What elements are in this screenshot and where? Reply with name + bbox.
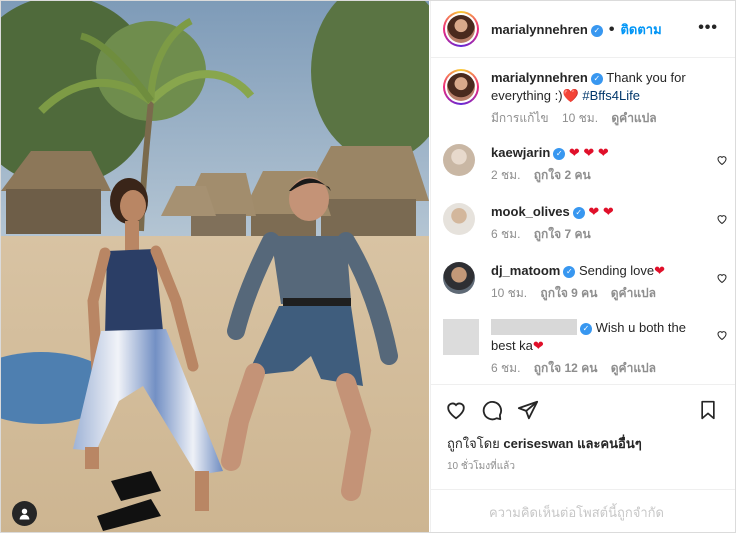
comment-item: mook_olives ✓ ❤ ❤ 6 ชม. ถูกใจ 7 คน bbox=[443, 203, 728, 251]
liked-by: ถูกใจโดย ceriseswan และคนอื่นๆ bbox=[447, 433, 642, 454]
liked-by-user[interactable]: ceriseswan bbox=[503, 436, 573, 451]
comment-icon[interactable] bbox=[481, 399, 503, 421]
comment-time[interactable]: 6 ชม. bbox=[491, 361, 520, 375]
heart-icon[interactable] bbox=[716, 154, 728, 166]
header-user: marialynnehren ✓ • ติดตาม bbox=[491, 19, 662, 40]
comment-likes[interactable]: ถูกใจ 2 คน bbox=[534, 168, 591, 182]
verified-icon: ✓ bbox=[553, 148, 566, 160]
post-photo[interactable] bbox=[1, 1, 429, 532]
comment-avatar[interactable] bbox=[443, 144, 475, 176]
person-glyph bbox=[19, 508, 30, 520]
translate-button[interactable]: ดูคำแปล bbox=[611, 111, 656, 125]
beach-photo-illustration bbox=[1, 1, 429, 532]
comment-avatar-hidden[interactable] bbox=[443, 319, 479, 355]
comment-body: dj_matoom ✓ Sending love❤ 10 ชม. ถูกใจ 9 … bbox=[491, 262, 709, 302]
caption-time[interactable]: 10 ชม. bbox=[562, 111, 598, 125]
post-time[interactable]: 10 ชั่วโมงที่แล้ว bbox=[447, 459, 515, 474]
comments-restricted-notice: ความคิดเห็นต่อโพสต์นี้ถูกจำกัด bbox=[431, 489, 735, 532]
hidden-username[interactable] bbox=[491, 319, 577, 335]
heart-icon[interactable] bbox=[716, 272, 728, 284]
comment-time[interactable]: 10 ชม. bbox=[491, 286, 527, 300]
verified-icon: ✓ bbox=[590, 73, 603, 85]
user-icon[interactable] bbox=[12, 501, 37, 526]
post-header: marialynnehren ✓ • ติดตาม ••• bbox=[431, 1, 735, 58]
caption: marialynnehren ✓ Thank you for everything… bbox=[443, 69, 728, 129]
verified-icon: ✓ bbox=[563, 266, 576, 278]
comment-likes[interactable]: ถูกใจ 12 คน bbox=[534, 361, 598, 375]
heart-icon[interactable] bbox=[445, 399, 467, 421]
comment-username[interactable]: dj_matoom bbox=[491, 263, 560, 278]
caption-meta: มีการแก้ไข 10 ชม. ดูคำแปล bbox=[491, 109, 709, 127]
caption-username[interactable]: marialynnehren bbox=[491, 70, 588, 85]
comment-body: ✓ Wish u both the best ka❤ 6 ชม. ถูกใจ 1… bbox=[491, 319, 709, 377]
verified-icon: ✓ bbox=[590, 24, 603, 37]
comment-body: kaewjarin ✓ ❤ ❤ ❤ 2 ชม. ถูกใจ 2 คน bbox=[491, 144, 709, 184]
comment-item: kaewjarin ✓ ❤ ❤ ❤ 2 ชม. ถูกใจ 2 คน bbox=[443, 144, 728, 192]
caption-hashtag[interactable]: #Bffs4Life bbox=[582, 88, 640, 103]
follow-button[interactable]: ติดตาม bbox=[620, 22, 661, 37]
comment-hearts: ❤ ❤ ❤ bbox=[568, 145, 609, 160]
verified-icon: ✓ bbox=[580, 323, 592, 335]
post-dialog: marialynnehren ✓ • ติดตาม ••• marialynnehre… bbox=[0, 0, 736, 533]
caption-body: marialynnehren ✓ Thank you for everything… bbox=[491, 69, 709, 127]
comment-text: Sending love bbox=[578, 263, 655, 278]
comment-likes[interactable]: ถูกใจ 7 คน bbox=[534, 227, 591, 241]
comment-avatar[interactable] bbox=[443, 203, 475, 235]
separator-dot: • bbox=[608, 20, 615, 38]
comment-hearts: ❤ bbox=[654, 263, 666, 278]
comment-time[interactable]: 6 ชม. bbox=[491, 227, 520, 241]
header-username[interactable]: marialynnehren bbox=[491, 22, 588, 37]
post-actions: ถูกใจโดย ceriseswan และคนอื่นๆ 10 ชั่วโม… bbox=[431, 384, 735, 489]
translate-button[interactable]: ดูคำแปล bbox=[611, 286, 656, 300]
comment-meta: 6 ชม. ถูกใจ 7 คน bbox=[491, 225, 709, 243]
comment-username[interactable]: mook_olives bbox=[491, 204, 570, 219]
comment-username[interactable]: kaewjarin bbox=[491, 145, 550, 160]
action-icons bbox=[445, 399, 539, 421]
liked-by-prefix: ถูกใจโดย bbox=[447, 436, 500, 451]
edited-label: มีการแก้ไข bbox=[491, 111, 549, 125]
comment-item: ✓ Wish u both the best ka❤ 6 ชม. ถูกใจ 1… bbox=[443, 319, 728, 381]
comment-time[interactable]: 2 ชม. bbox=[491, 168, 520, 182]
caption-emoji: ❤️ bbox=[562, 88, 579, 103]
verified-icon: ✓ bbox=[572, 207, 585, 219]
bookmark-icon[interactable] bbox=[698, 399, 718, 421]
comment-avatar[interactable] bbox=[443, 262, 475, 294]
comment-hearts: ❤ bbox=[532, 338, 544, 353]
comment-hearts: ❤ ❤ bbox=[588, 204, 614, 219]
comment-body: mook_olives ✓ ❤ ❤ 6 ชม. ถูกใจ 7 คน bbox=[491, 203, 709, 243]
more-icon[interactable]: ••• bbox=[698, 19, 718, 37]
liked-by-others[interactable]: และคนอื่นๆ bbox=[577, 436, 642, 451]
comment-meta: 6 ชม. ถูกใจ 12 คน ดูคำแปล bbox=[491, 359, 709, 377]
heart-icon[interactable] bbox=[716, 213, 728, 225]
comments-panel: marialynnehren ✓ • ติดตาม ••• marialynnehre… bbox=[430, 1, 735, 532]
translate-button[interactable]: ดูคำแปล bbox=[611, 361, 656, 375]
comment-likes[interactable]: ถูกใจ 9 คน bbox=[540, 286, 597, 300]
share-icon[interactable] bbox=[517, 399, 539, 421]
comment-meta: 2 ชม. ถูกใจ 2 คน bbox=[491, 166, 709, 184]
comment-item: dj_matoom ✓ Sending love❤ 10 ชม. ถูกใจ 9 … bbox=[443, 262, 728, 310]
heart-icon[interactable] bbox=[716, 329, 728, 341]
comment-meta: 10 ชม. ถูกใจ 9 คน ดูคำแปล bbox=[491, 284, 709, 302]
caption-avatar[interactable] bbox=[443, 69, 479, 105]
avatar[interactable] bbox=[443, 11, 479, 47]
